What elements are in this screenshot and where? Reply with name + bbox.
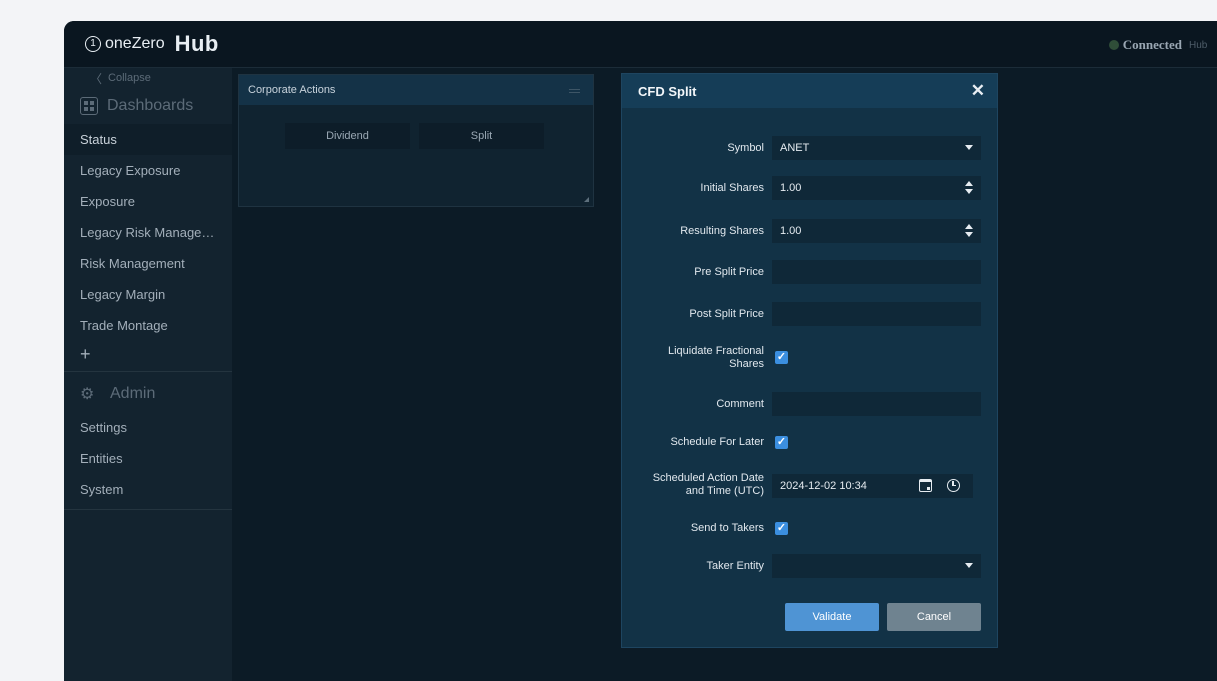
sidebar-item-status[interactable]: Status — [64, 124, 232, 155]
liquidate-fractional-label-line1: Liquidate Fractional — [667, 345, 764, 357]
close-icon[interactable]: ✕ — [971, 81, 985, 101]
collapse-button[interactable]: 〈 Collapse — [64, 68, 232, 88]
app-window: 1 oneZero Hub Connected Hub 〈 Collapse D… — [64, 21, 1217, 681]
send-to-takers-label: Send to Takers — [690, 522, 764, 534]
panel-menu-icon[interactable] — [569, 89, 580, 90]
sidebar-item-legacy-exposure[interactable]: Legacy Exposure — [64, 155, 232, 186]
sidebar-item-settings[interactable]: Settings — [64, 412, 232, 443]
dashboards-label: Dashboards — [107, 97, 194, 114]
logo-hub-text: Hub — [174, 31, 219, 56]
chevron-down-icon — [965, 563, 973, 568]
clock-icon[interactable] — [947, 479, 960, 492]
add-dashboard-button[interactable]: + — [64, 341, 232, 367]
sidebar-item-legacy-risk-management[interactable]: Legacy Risk Manage… — [64, 217, 232, 248]
send-to-takers-checkbox[interactable]: ✓ — [775, 522, 788, 535]
sidebar-divider — [64, 509, 232, 510]
chevron-down-icon — [965, 145, 973, 150]
corporate-actions-header[interactable]: Corporate Actions — [239, 75, 593, 105]
initial-shares-input[interactable]: 1.00 — [772, 176, 981, 200]
resulting-shares-label: Resulting Shares — [680, 225, 764, 237]
collapse-label: Collapse — [108, 72, 151, 84]
post-split-price-input[interactable] — [772, 302, 981, 326]
resulting-shares-value: 1.00 — [780, 225, 802, 237]
admin-label: Admin — [110, 385, 156, 402]
scheduled-datetime-input[interactable]: 2024-12-02 10:34 — [772, 474, 973, 498]
dialog-title: CFD Split — [638, 83, 697, 99]
status-dot-icon — [1108, 40, 1119, 50]
stepper-icon[interactable] — [965, 181, 973, 195]
symbol-label: Symbol — [727, 142, 764, 154]
sidebar: 〈 Collapse Dashboards Status Legacy Expo… — [64, 68, 232, 681]
admin-section-header[interactable]: ⚙ Admin — [64, 376, 232, 412]
liquidate-fractional-checkbox[interactable]: ✓ — [775, 351, 788, 364]
initial-shares-value: 1.00 — [780, 182, 802, 194]
pre-split-price-label: Pre Split Price — [694, 266, 764, 278]
scheduled-datetime-value: 2024-12-02 10:34 — [780, 480, 867, 492]
taker-entity-select[interactable] — [772, 554, 981, 578]
schedule-for-later-checkbox[interactable]: ✓ — [775, 436, 788, 449]
corporate-actions-title: Corporate Actions — [248, 84, 336, 96]
sidebar-item-legacy-margin[interactable]: Legacy Margin — [64, 279, 232, 310]
scheduled-datetime-label-line2: and Time (UTC) — [685, 485, 764, 497]
cfd-split-dialog: CFD Split ✕ Symbol ANET Initial Shares 1… — [621, 73, 998, 648]
sidebar-item-exposure[interactable]: Exposure — [64, 186, 232, 217]
top-bar: 1 oneZero Hub Connected Hub — [64, 21, 1217, 68]
schedule-for-later-label: Schedule For Later — [670, 436, 764, 448]
connection-label: Connected — [1122, 37, 1182, 52]
scheduled-datetime-label-line1: Scheduled Action Date — [652, 472, 764, 484]
dashboards-section-header[interactable]: Dashboards — [64, 88, 232, 124]
dividend-button[interactable]: Dividend — [285, 123, 410, 149]
dashboard-grid-icon — [80, 97, 98, 115]
stepper-icon[interactable] — [965, 224, 973, 238]
liquidate-fractional-label-line2: Shares — [729, 358, 764, 370]
onezero-logo-icon: 1 — [85, 36, 101, 52]
sidebar-item-system[interactable]: System — [64, 474, 232, 505]
calendar-icon[interactable] — [919, 479, 932, 492]
symbol-select[interactable]: ANET — [772, 136, 981, 160]
comment-label: Comment — [716, 398, 764, 410]
split-button[interactable]: Split — [419, 123, 544, 149]
dialog-header: CFD Split ✕ — [622, 74, 997, 108]
sidebar-divider — [64, 371, 232, 372]
resize-handle-icon[interactable] — [584, 197, 589, 202]
cancel-button[interactable]: Cancel — [887, 603, 981, 631]
sidebar-item-trade-montage[interactable]: Trade Montage — [64, 310, 232, 341]
logo[interactable]: 1 oneZero Hub — [85, 31, 219, 57]
connection-hub-label: Hub — [1189, 39, 1208, 51]
chevron-left-icon: 〈 — [90, 71, 103, 86]
gears-icon: ⚙ — [80, 386, 95, 403]
symbol-value: ANET — [780, 142, 810, 154]
sidebar-item-risk-management[interactable]: Risk Management — [64, 248, 232, 279]
initial-shares-label: Initial Shares — [700, 182, 764, 194]
sidebar-item-entities[interactable]: Entities — [64, 443, 232, 474]
liquidate-fractional-label: Liquidate Fractional Shares — [624, 345, 764, 371]
validate-button[interactable]: Validate — [785, 603, 879, 631]
scheduled-datetime-label: Scheduled Action Date and Time (UTC) — [624, 472, 764, 498]
taker-entity-label: Taker Entity — [706, 560, 764, 572]
comment-input[interactable] — [772, 392, 981, 416]
logo-text: oneZero — [105, 35, 165, 52]
pre-split-price-input[interactable] — [772, 260, 981, 284]
resulting-shares-input[interactable]: 1.00 — [772, 219, 981, 243]
connection-status: Connected Hub — [1108, 37, 1217, 53]
corporate-actions-panel: Corporate Actions Dividend Split — [238, 74, 594, 207]
post-split-price-label: Post Split Price — [689, 308, 764, 320]
